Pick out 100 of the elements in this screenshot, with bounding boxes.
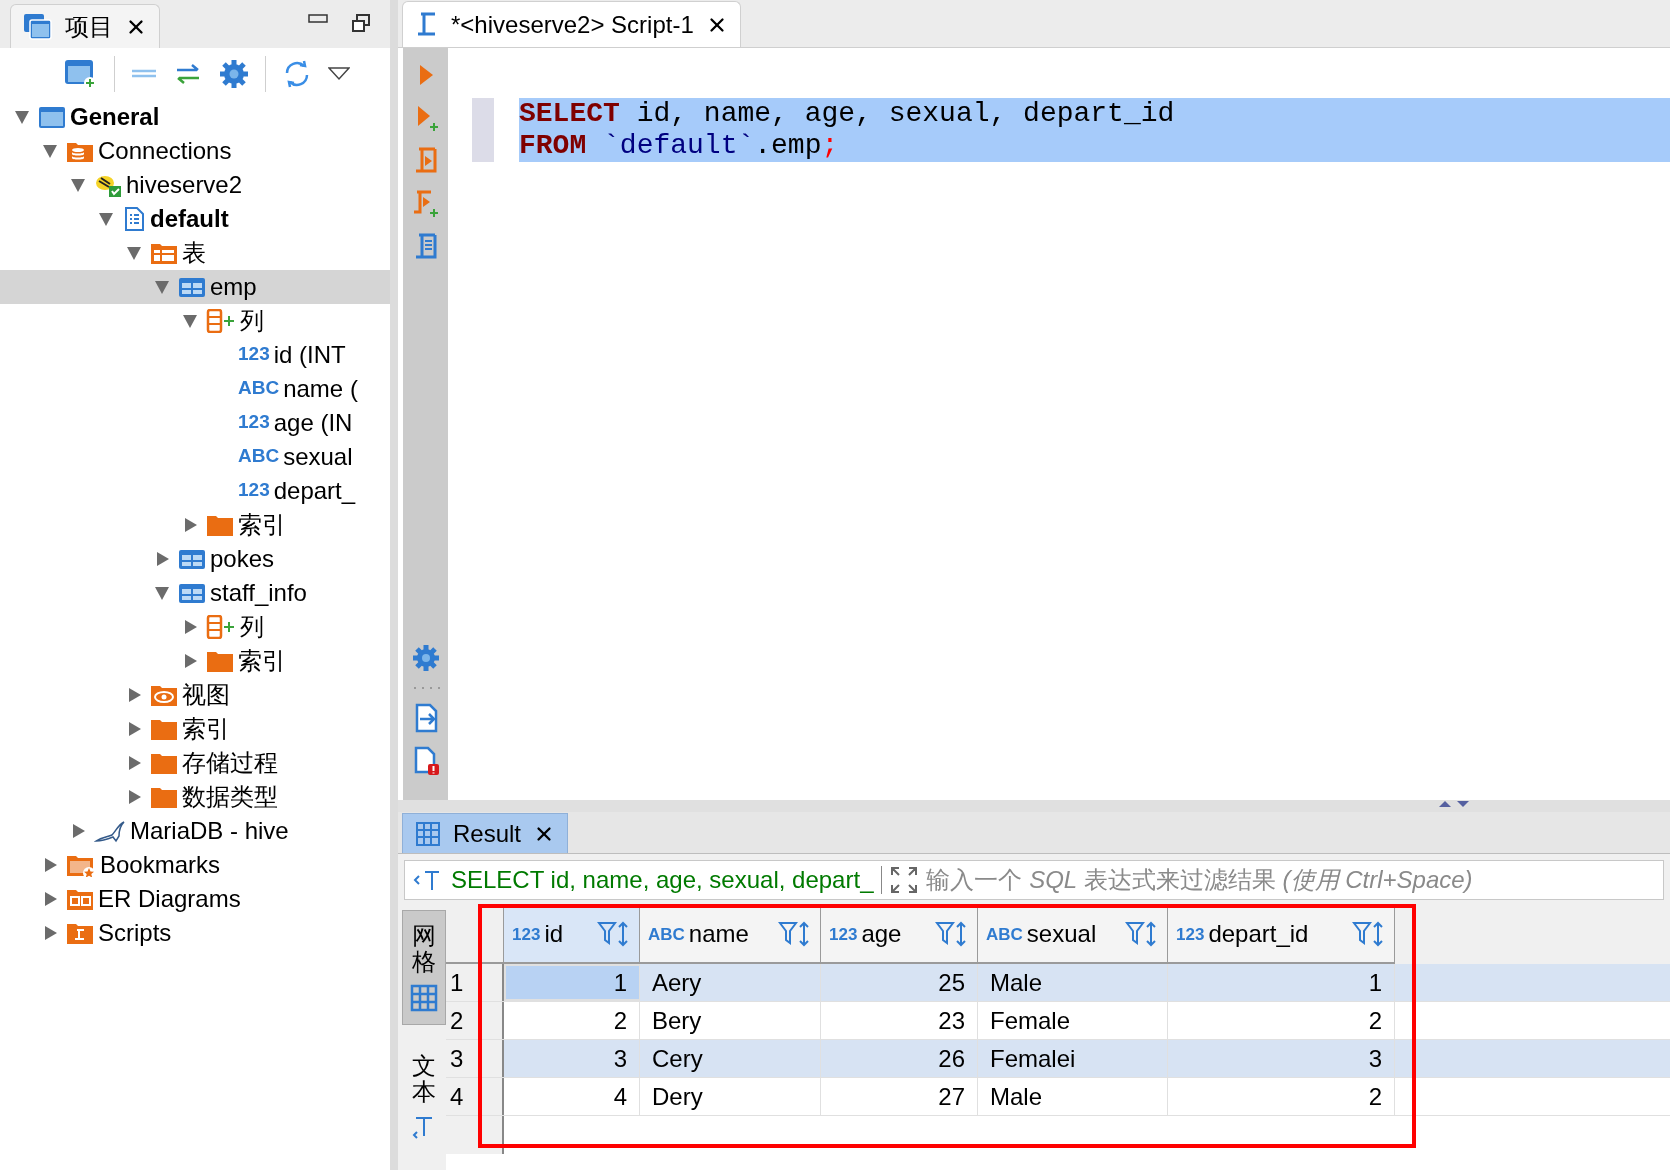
tree-item[interactable]: 表: [0, 236, 390, 270]
tree-item[interactable]: 123 id (INT: [0, 338, 390, 372]
type-label: ABC: [238, 377, 280, 398]
tree-item[interactable]: ABC name (: [0, 372, 390, 406]
table-cell[interactable]: 3: [1168, 1040, 1395, 1077]
tree-item[interactable]: 视图: [0, 678, 390, 712]
editor-tab[interactable]: *<hiveserve2> Script-1: [402, 1, 741, 47]
column-header[interactable]: 123 depart_id: [1168, 906, 1395, 964]
tree-item[interactable]: hiveserve2: [0, 168, 390, 202]
tree-label: MariaDB - hive: [130, 816, 289, 846]
tree-item[interactable]: 列: [0, 610, 390, 644]
tree-item[interactable]: default: [0, 202, 390, 236]
tree-item[interactable]: ER Diagrams: [0, 882, 390, 916]
tree-item[interactable]: Scripts: [0, 916, 390, 950]
result-tab[interactable]: Result: [402, 813, 569, 853]
table-cell[interactable]: 1: [504, 964, 640, 1001]
type-label: 123: [238, 411, 270, 432]
tree-item[interactable]: 123 age (IN: [0, 406, 390, 440]
column-header[interactable]: 123 age: [821, 906, 978, 964]
tree-label: 存储过程: [182, 748, 278, 778]
filter-sort-icon[interactable]: [597, 920, 631, 948]
tree-item[interactable]: Connections: [0, 134, 390, 168]
collapsed-triangle-icon[interactable]: [182, 653, 198, 669]
tree-item[interactable]: MariaDB - hive: [0, 814, 390, 848]
folder-icon: [150, 717, 178, 741]
table-cell[interactable]: 26: [821, 1040, 978, 1077]
collapsed-triangle-icon[interactable]: [126, 687, 142, 703]
expanded-triangle-icon[interactable]: [70, 177, 86, 193]
table-cell[interactable]: Male: [978, 1078, 1168, 1115]
table-cell[interactable]: 2: [1168, 1078, 1395, 1115]
collapsed-triangle-icon[interactable]: [126, 721, 142, 737]
tree-item[interactable]: 123 depart_: [0, 474, 390, 508]
collapsed-triangle-icon[interactable]: [182, 619, 198, 635]
tree-item[interactable]: 索引: [0, 712, 390, 746]
tree-item[interactable]: 数据类型: [0, 780, 390, 814]
table-cell[interactable]: 1: [1168, 964, 1395, 1001]
tree-item[interactable]: pokes: [0, 542, 390, 576]
tree-item[interactable]: ABC sexual: [0, 440, 390, 474]
column-header[interactable]: 123 id: [504, 906, 640, 964]
table-cell[interactable]: 23: [821, 1002, 978, 1039]
filter-field[interactable]: SELECT id, name, age, sexual, depart_ 输入一个 SQL 表达式来过滤结果 (使用 Ctrl+Space): [404, 860, 1664, 900]
row-number: 3: [446, 1040, 504, 1077]
filter-sort-icon[interactable]: [935, 920, 969, 948]
collapsed-triangle-icon[interactable]: [42, 857, 58, 873]
tree-label: 数据类型: [182, 782, 278, 812]
table-cell[interactable]: 2: [504, 1002, 640, 1039]
panel-tab[interactable]: 项目: [10, 4, 160, 48]
table-cell[interactable]: 4: [504, 1078, 640, 1115]
tree-item[interactable]: General: [0, 100, 390, 134]
expanded-triangle-icon[interactable]: [98, 211, 114, 227]
column-header[interactable]: ABC name: [640, 906, 821, 964]
document-list-icon: [122, 207, 146, 231]
table-cell[interactable]: 3: [504, 1040, 640, 1077]
filter-sort-icon[interactable]: [1352, 920, 1386, 948]
filter-sort-icon[interactable]: [1125, 920, 1159, 948]
collapsed-triangle-icon[interactable]: [42, 891, 58, 907]
table-cell[interactable]: 25: [821, 964, 978, 1001]
table-cell[interactable]: Dery: [640, 1078, 821, 1115]
expand-icon[interactable]: [890, 866, 919, 894]
tree-item[interactable]: Bookmarks: [0, 848, 390, 882]
expanded-triangle-icon[interactable]: [14, 109, 30, 125]
tree-item[interactable]: 索引: [0, 644, 390, 678]
tree-item[interactable]: staff_info: [0, 576, 390, 610]
settings-icon[interactable]: [410, 643, 441, 673]
table-cell[interactable]: 2: [1168, 1002, 1395, 1039]
tree-item[interactable]: 存储过程: [0, 746, 390, 780]
tree-item[interactable]: emp: [0, 270, 390, 304]
table-cell[interactable]: 27: [821, 1078, 978, 1115]
collapsed-triangle-icon[interactable]: [126, 755, 142, 771]
table-icon: [178, 275, 206, 299]
collapsed-triangle-icon[interactable]: [154, 551, 170, 567]
collapsed-triangle-icon[interactable]: [70, 823, 86, 839]
filter-placeholder: 输入一个 SQL 表达式来过滤结果 (使用 Ctrl+Space): [926, 865, 1473, 895]
tree-item[interactable]: 列: [0, 304, 390, 338]
expanded-triangle-icon[interactable]: [42, 143, 58, 159]
table-cell[interactable]: Aery: [640, 964, 821, 1001]
side-tab[interactable]: 文本: [402, 1040, 446, 1154]
table-cell[interactable]: Femalei: [978, 1040, 1168, 1077]
collapsed-triangle-icon[interactable]: [126, 789, 142, 805]
table-cell[interactable]: Bery: [640, 1002, 821, 1039]
sash-arrows-icon[interactable]: [1438, 800, 1470, 808]
collapsed-triangle-icon[interactable]: [42, 925, 58, 941]
tree-label: depart_: [273, 476, 356, 506]
expanded-triangle-icon[interactable]: [182, 313, 198, 329]
table-cell[interactable]: Cery: [640, 1040, 821, 1077]
minimize-icon[interactable]: [308, 14, 328, 24]
collapsed-triangle-icon[interactable]: [182, 517, 198, 533]
expanded-triangle-icon[interactable]: [154, 585, 170, 601]
expanded-triangle-icon[interactable]: [126, 245, 142, 261]
table-cell[interactable]: Female: [978, 1002, 1168, 1039]
dropdown-icon[interactable]: [328, 67, 350, 81]
filter-sort-icon[interactable]: [778, 920, 812, 948]
diagram-folder-icon: [66, 887, 94, 911]
side-tab[interactable]: 网格: [402, 910, 446, 1025]
restore-icon[interactable]: [352, 14, 370, 32]
tree-item[interactable]: 索引: [0, 508, 390, 542]
table-cell[interactable]: Male: [978, 964, 1168, 1001]
expanded-triangle-icon[interactable]: [154, 279, 170, 295]
settings-icon[interactable]: [219, 59, 249, 89]
column-header[interactable]: ABC sexual: [978, 906, 1168, 964]
